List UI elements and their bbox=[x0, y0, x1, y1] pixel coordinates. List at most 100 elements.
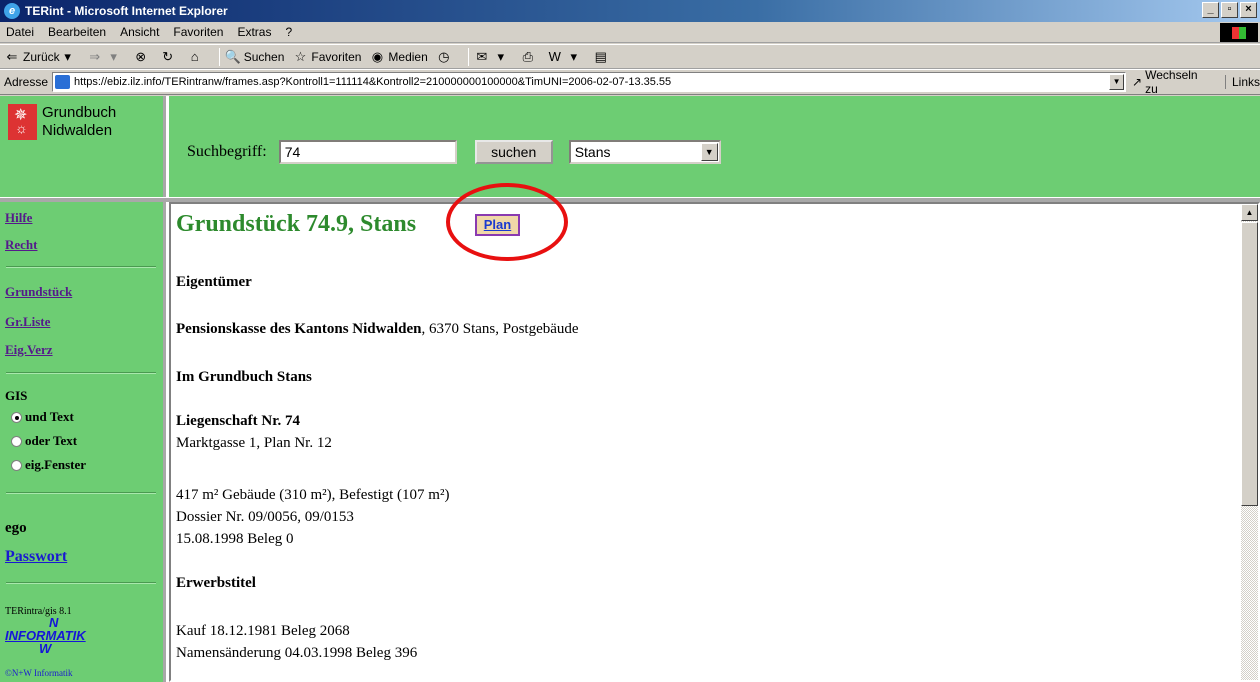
acquisition-2: Namensänderung 04.03.1998 Beleg 396 bbox=[176, 645, 418, 661]
logo-line1: Grundbuch bbox=[42, 104, 117, 121]
nav-divider bbox=[6, 266, 156, 268]
toolbar: ⇐ Zurück ▾ ⇒ ▾ ⊗ ↻ ⌂ 🔍 Suchen ☆ Favorite… bbox=[0, 44, 1260, 69]
radio-button[interactable] bbox=[11, 459, 22, 471]
radio-button[interactable] bbox=[11, 435, 22, 447]
address-input[interactable]: https://ebiz.ilz.info/TERintranw/frames.… bbox=[52, 72, 1127, 92]
menu-ansicht[interactable]: Ansicht bbox=[120, 25, 159, 39]
date-line: 15.08.1998 Beleg 0 bbox=[176, 531, 294, 547]
user-name: ego bbox=[5, 520, 27, 536]
word-icon: W bbox=[548, 48, 561, 64]
chevron-down-icon[interactable]: ▼ bbox=[700, 143, 718, 161]
chevron-down-icon: ▾ bbox=[497, 48, 505, 64]
acquisition-heading: Erwerbstitel bbox=[176, 575, 256, 591]
toolbar-separator bbox=[467, 47, 469, 66]
owner-address: , 6370 Stans, Postgebäude bbox=[421, 321, 579, 337]
gis-option-label: eig.Fenster bbox=[25, 457, 87, 472]
history-icon: ◷ bbox=[438, 48, 450, 64]
vertical-scrollbar[interactable]: ▲ bbox=[1241, 204, 1258, 680]
favorites-star-icon: ☆ bbox=[294, 48, 307, 64]
logo-frame: Grundbuch Nidwalden bbox=[0, 96, 166, 197]
gis-option-eig-fenster[interactable]: eig.Fenster bbox=[11, 453, 86, 477]
edit-button[interactable]: W ▾ bbox=[547, 49, 585, 65]
go-button[interactable]: ↗ Wechseln zu bbox=[1132, 68, 1213, 96]
discuss-button[interactable]: ▤ bbox=[593, 49, 612, 65]
menu-bearbeiten[interactable]: Bearbeiten bbox=[48, 25, 106, 39]
mail-button[interactable]: ✉ ▾ bbox=[474, 49, 512, 65]
search-icon: 🔍 bbox=[224, 48, 241, 64]
address-label: Adresse bbox=[4, 75, 49, 89]
navigation-frame: Hilfe Recht Grundstück Gr.Liste Eig.Verz… bbox=[0, 202, 166, 682]
search-label: Suchbegriff: bbox=[187, 143, 267, 160]
menu-extras[interactable]: Extras bbox=[237, 25, 271, 39]
menu-favoriten[interactable]: Favoriten bbox=[173, 25, 223, 39]
stop-button[interactable]: ⊗ bbox=[133, 49, 152, 65]
ie-icon: e bbox=[4, 3, 20, 19]
menu-bar: Datei Bearbeiten Ansicht Favoriten Extra… bbox=[0, 22, 1260, 43]
address-bar: Adresse https://ebiz.ilz.info/TERintranw… bbox=[0, 68, 1260, 96]
gis-option-label: oder Text bbox=[25, 433, 78, 448]
favorites-label: Favoriten bbox=[311, 49, 362, 64]
gis-option-oder-text[interactable]: oder Text bbox=[11, 429, 86, 453]
media-label: Medien bbox=[388, 49, 428, 64]
refresh-button[interactable]: ↻ bbox=[160, 49, 179, 65]
back-button[interactable]: ⇐ Zurück ▾ bbox=[4, 49, 79, 65]
forward-arrow-icon: ⇒ bbox=[89, 48, 101, 64]
property-heading: Liegenschaft Nr. 74 bbox=[176, 413, 301, 429]
owner-name: Pensionskasse des Kantons Nidwalden bbox=[176, 321, 422, 337]
address-url: https://ebiz.ilz.info/TERintranw/frames.… bbox=[74, 76, 672, 88]
nav-link-parcel[interactable]: Grundstück bbox=[5, 284, 72, 300]
area-line: 417 m² Gebäude (310 m²), Befestigt (107 … bbox=[176, 487, 450, 503]
maximize-button[interactable]: ▫ bbox=[1221, 2, 1238, 18]
nav-link-owner-list[interactable]: Eig.Verz bbox=[5, 342, 53, 358]
main-content-frame: Grundstück 74.9, Stans Plan Eigentümer P… bbox=[169, 183, 1260, 682]
home-icon: ⌂ bbox=[190, 48, 199, 64]
chevron-down-icon: ▾ bbox=[64, 48, 71, 64]
owner-heading: Eigentümer bbox=[176, 274, 252, 290]
nav-link-help[interactable]: Hilfe bbox=[5, 210, 32, 226]
refresh-icon: ↻ bbox=[162, 48, 174, 64]
back-arrow-icon: ⇐ bbox=[6, 48, 18, 64]
nw-informatik-logo[interactable]: N INFORMATIK W bbox=[5, 616, 135, 655]
logo-line2: Nidwalden bbox=[42, 122, 113, 139]
radio-button[interactable] bbox=[11, 411, 22, 423]
menu-help[interactable]: ? bbox=[285, 25, 292, 39]
favorites-button[interactable]: ☆ Favoriten bbox=[292, 48, 362, 65]
property-location: Marktgasse 1, Plan Nr. 12 bbox=[176, 435, 332, 451]
nav-link-law[interactable]: Recht bbox=[5, 237, 38, 253]
minimize-button[interactable]: _ bbox=[1202, 2, 1219, 18]
media-button[interactable]: ◉ Medien bbox=[369, 49, 428, 65]
search-input[interactable] bbox=[278, 140, 457, 164]
browser-viewport: Grundbuch Nidwalden Suchbegriff: suchen … bbox=[0, 96, 1260, 682]
home-button[interactable]: ⌂ bbox=[187, 49, 206, 65]
links-button[interactable]: Links bbox=[1224, 75, 1260, 89]
nav-divider bbox=[6, 492, 156, 494]
gis-label: GIS bbox=[5, 388, 28, 403]
forward-button[interactable]: ⇒ ▾ bbox=[87, 49, 125, 65]
go-arrow-icon: ↗ bbox=[1132, 75, 1143, 89]
gis-option-label: und Text bbox=[25, 409, 74, 424]
municipality-value: Stans bbox=[574, 144, 611, 160]
nav-link-parcel-list[interactable]: Gr.Liste bbox=[5, 314, 50, 330]
stop-icon: ⊗ bbox=[135, 48, 147, 64]
scroll-thumb[interactable] bbox=[1241, 222, 1258, 506]
gis-option-und-text[interactable]: und Text bbox=[11, 405, 86, 429]
search-frame: Suchbegriff: suchen Stans ▼ bbox=[169, 96, 1260, 197]
history-button[interactable]: ◷ bbox=[436, 49, 455, 65]
window-title-bar: e TERint - Microsoft Internet Explorer _… bbox=[0, 0, 1260, 22]
address-dropdown-icon[interactable]: ▼ bbox=[1109, 74, 1125, 90]
copyright-label: ©N+W Informatik bbox=[5, 668, 73, 678]
chevron-down-icon: ▾ bbox=[570, 48, 578, 64]
registry-heading: Im Grundbuch Stans bbox=[176, 369, 312, 385]
menu-datei[interactable]: Datei bbox=[6, 25, 34, 39]
scroll-up-icon[interactable]: ▲ bbox=[1241, 204, 1258, 221]
search-toolbar-button[interactable]: 🔍 Suchen bbox=[225, 49, 285, 65]
search-button[interactable]: suchen bbox=[474, 140, 553, 164]
grundbuch-logo[interactable]: Grundbuch Nidwalden bbox=[8, 104, 116, 140]
close-button[interactable]: × bbox=[1240, 2, 1257, 18]
toolbar-separator bbox=[218, 47, 220, 66]
nidwalden-crest-icon bbox=[8, 104, 37, 140]
nav-divider bbox=[6, 372, 156, 374]
password-link[interactable]: Passwort bbox=[5, 548, 67, 566]
municipality-select[interactable]: Stans ▼ bbox=[568, 140, 721, 164]
print-button[interactable]: ⎙ bbox=[520, 49, 539, 65]
